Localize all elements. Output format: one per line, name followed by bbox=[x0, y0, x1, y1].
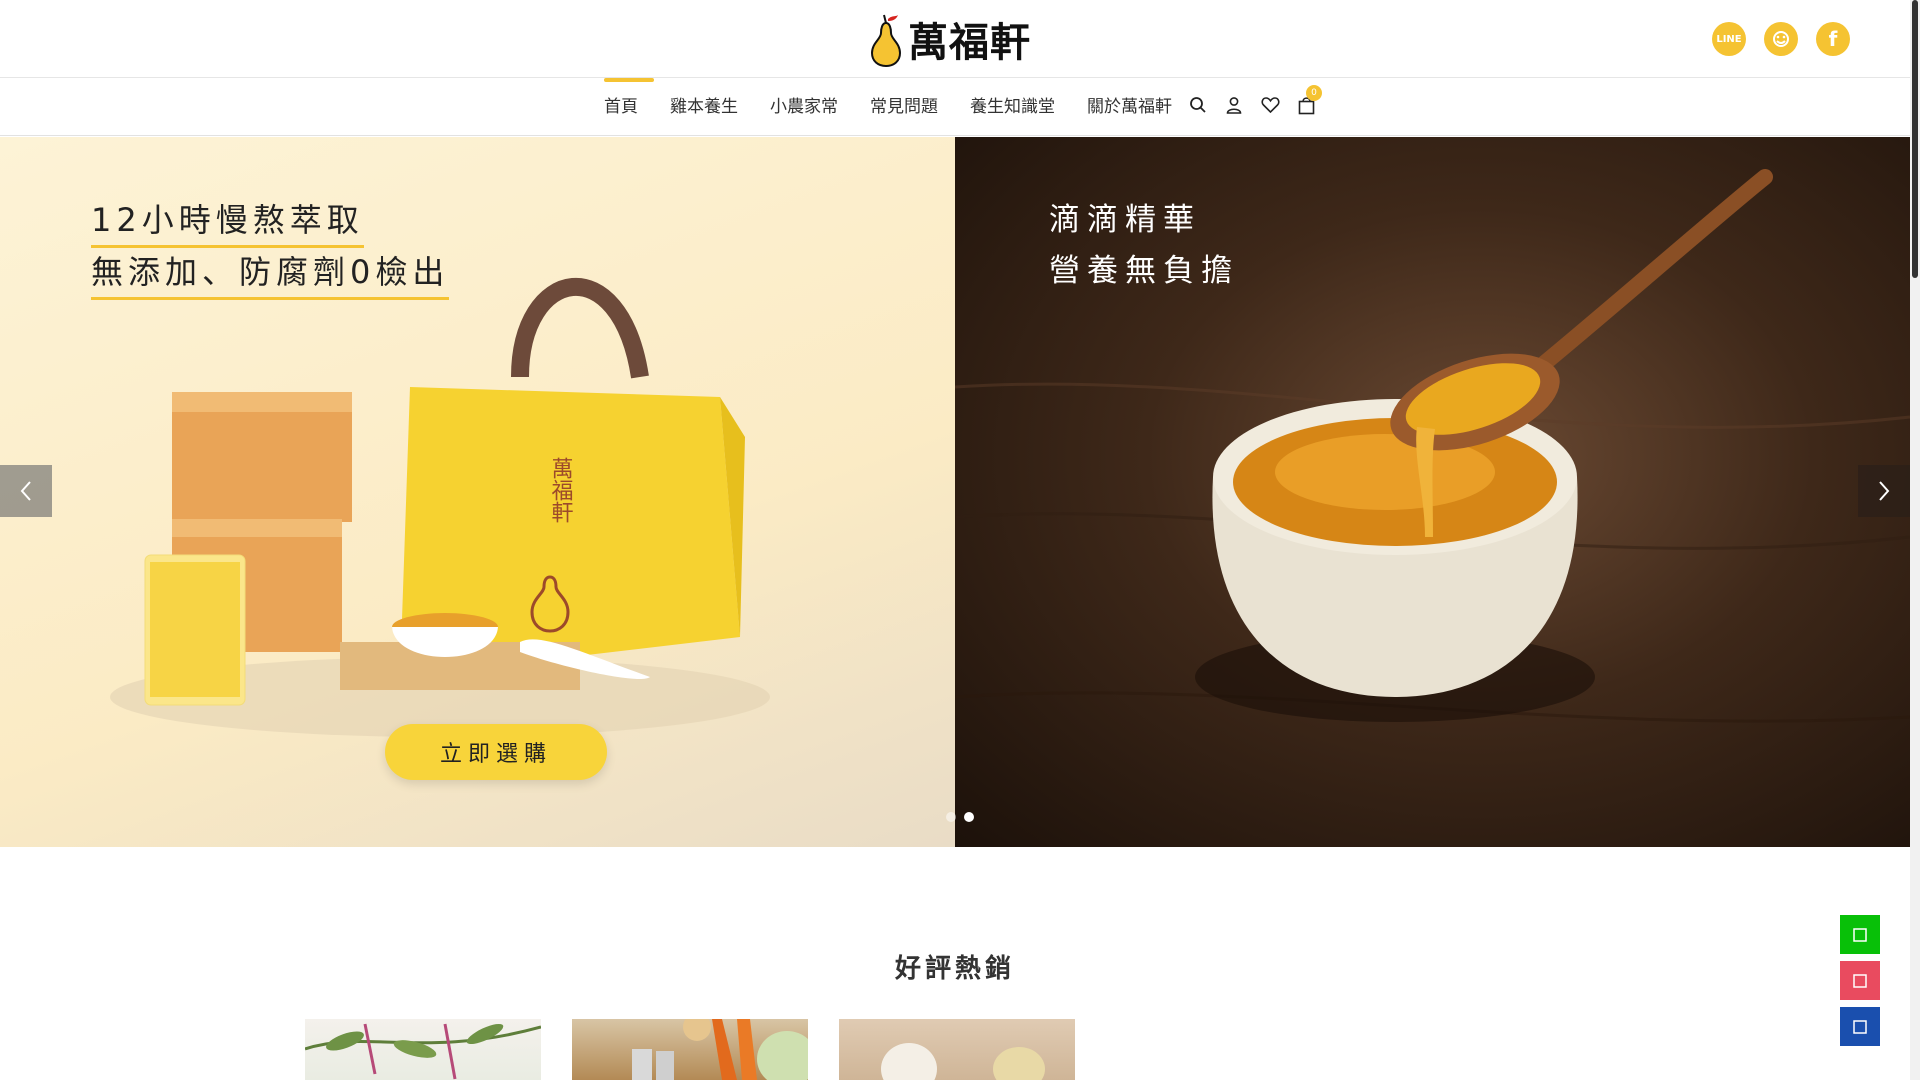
herb-image bbox=[305, 1023, 541, 1080]
page: 萬福軒 LINE f 首頁 雞本養生 小農家常 常見問題 養生知識堂 關於萬福軒… bbox=[0, 0, 1920, 1080]
brand-logo[interactable]: 萬福軒 bbox=[868, 10, 1031, 68]
instagram-icon bbox=[1853, 973, 1867, 988]
best-sellers-title: 好評熱銷 bbox=[894, 954, 1015, 984]
ingredients-image bbox=[881, 1043, 1045, 1080]
line-icon[interactable]: LINE bbox=[1712, 22, 1746, 56]
social-links: LINE f bbox=[1712, 22, 1850, 56]
cart-count-badge: 0 bbox=[1306, 85, 1322, 101]
product-card[interactable] bbox=[305, 1019, 541, 1080]
vegetables-image bbox=[632, 1019, 808, 1080]
cart-icon[interactable]: 0 bbox=[1296, 85, 1322, 115]
nav-item-farm-homestyle[interactable]: 小農家常 bbox=[754, 78, 854, 136]
smile-icon[interactable] bbox=[1764, 22, 1798, 56]
floating-contact-buttons bbox=[1840, 915, 1880, 1046]
nav-items: 首頁 雞本養生 小農家常 常見問題 養生知識堂 關於萬福軒 bbox=[604, 78, 1188, 136]
bag-brand-text: 萬福軒 bbox=[548, 457, 574, 523]
carousel-prev-button[interactable] bbox=[0, 465, 52, 517]
carousel-dot-2[interactable] bbox=[964, 812, 974, 822]
float-line-button[interactable] bbox=[1840, 915, 1880, 954]
scrollbar-thumb[interactable] bbox=[1912, 0, 1918, 278]
soup-bowl-illustration bbox=[955, 169, 1910, 723]
facebook-label: f bbox=[1828, 27, 1838, 51]
carousel-next-button[interactable] bbox=[1858, 465, 1910, 517]
product-card[interactable] bbox=[839, 1019, 1075, 1080]
search-icon[interactable] bbox=[1188, 95, 1208, 115]
chevron-right-icon bbox=[1879, 481, 1890, 501]
nav-item-about[interactable]: 關於萬福軒 bbox=[1071, 78, 1188, 136]
hero-slide-soup: 滴滴精華 營養無負擔 bbox=[955, 137, 1910, 847]
hero-carousel: 12小時慢熬萃取 無添加、防腐劑0檢出 萬福軒 立即選購 滴滴精華 營養無負擔 bbox=[0, 137, 1910, 847]
nav-icons: 0 bbox=[1188, 85, 1322, 115]
top-bar: 萬福軒 LINE f bbox=[0, 0, 1910, 78]
nav-item-chicken-wellness[interactable]: 雞本養生 bbox=[654, 78, 754, 136]
page-scrollbar[interactable] bbox=[1910, 0, 1920, 1080]
facebook-icon[interactable]: f bbox=[1816, 22, 1850, 56]
float-instagram-button[interactable] bbox=[1840, 961, 1880, 1000]
shop-now-button[interactable]: 立即選購 bbox=[385, 724, 607, 780]
user-icon[interactable] bbox=[1224, 95, 1244, 115]
facebook-icon bbox=[1853, 1019, 1867, 1034]
smile-glyph bbox=[1773, 31, 1789, 47]
hero-slide-product: 12小時慢熬萃取 無添加、防腐劑0檢出 萬福軒 立即選購 bbox=[0, 137, 955, 847]
carousel-dot-1[interactable] bbox=[946, 812, 956, 822]
heart-icon[interactable] bbox=[1260, 95, 1280, 115]
product-card[interactable] bbox=[572, 1019, 808, 1080]
brand-name: 萬福軒 bbox=[908, 19, 1031, 66]
nav-item-health-knowledge[interactable]: 養生知識堂 bbox=[954, 78, 1071, 136]
chevron-left-icon bbox=[20, 481, 31, 501]
float-facebook-button[interactable] bbox=[1840, 1007, 1880, 1046]
main-nav: 首頁 雞本養生 小農家常 常見問題 養生知識堂 關於萬福軒 0 bbox=[0, 78, 1910, 136]
pear-logo-icon bbox=[870, 14, 902, 67]
line-label: LINE bbox=[1716, 33, 1742, 45]
nav-item-faq[interactable]: 常見問題 bbox=[854, 78, 954, 136]
carousel-dots bbox=[946, 812, 974, 822]
line-icon bbox=[1853, 927, 1867, 942]
nav-item-home[interactable]: 首頁 bbox=[604, 78, 654, 136]
best-sellers-list bbox=[305, 1019, 1075, 1080]
